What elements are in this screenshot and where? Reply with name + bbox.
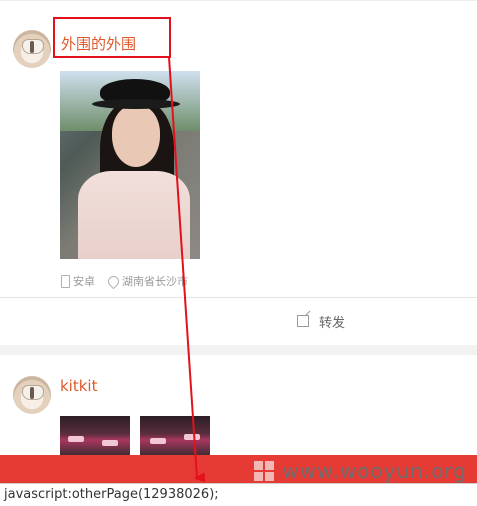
- browser-status-bar: javascript:otherPage(12938026);: [0, 483, 477, 506]
- post-thumbnail[interactable]: [60, 416, 130, 456]
- repost-button[interactable]: 转发: [297, 312, 346, 331]
- location-icon: [105, 273, 122, 289]
- thumb-light: [184, 434, 200, 440]
- photo-hat-brim: [92, 99, 180, 109]
- thumb-light: [102, 440, 118, 446]
- avatar-pin: [30, 387, 34, 399]
- avatar-pin: [30, 41, 34, 53]
- location-label: 湖南省长沙市: [122, 275, 188, 288]
- thumb-light: [150, 438, 166, 444]
- feed-post: 外围的外围 安卓 湖南省长沙市: [0, 0, 477, 298]
- wooyun-logo-icon: [254, 461, 275, 481]
- post-photo[interactable]: [60, 71, 200, 259]
- post-location: 湖南省长沙市: [105, 273, 188, 289]
- post-action-bar: 转发: [0, 297, 477, 346]
- post-thumbnail[interactable]: [140, 416, 210, 456]
- status-bar-url: javascript:otherPage(12938026);: [4, 487, 219, 502]
- avatar[interactable]: [13, 30, 51, 68]
- thumb-light: [68, 436, 84, 442]
- avatar[interactable]: [13, 376, 51, 414]
- feed-post: kitkit: [0, 355, 477, 456]
- feed-divider: [0, 345, 477, 355]
- photo-face: [112, 105, 160, 167]
- annotation-highlight-box: [53, 17, 171, 58]
- watermark-text: www.wooyun.org: [282, 459, 467, 483]
- photo-jacket: [78, 171, 190, 259]
- post-username-link[interactable]: kitkit: [60, 377, 97, 395]
- post-device: 安卓: [61, 273, 95, 289]
- repost-label: 转发: [319, 315, 346, 331]
- repost-icon: [297, 315, 309, 327]
- phone-icon: [61, 274, 70, 288]
- device-label: 安卓: [73, 275, 95, 288]
- watermark: www.wooyun.org: [254, 459, 467, 483]
